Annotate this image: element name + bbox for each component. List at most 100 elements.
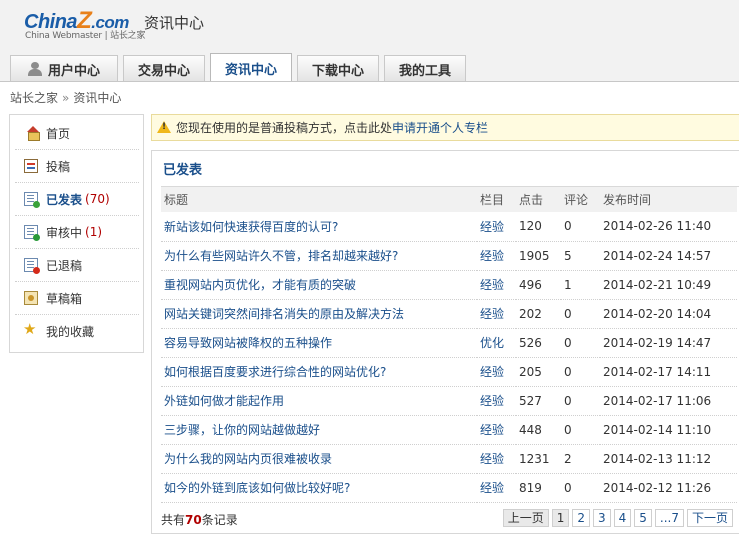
comments-cell: 0 [561, 473, 600, 503]
category-link[interactable]: 经验 [477, 415, 516, 445]
table-row: 三步骤，让你的网站越做越好 经验 448 0 2014-02-14 11:10 [161, 415, 737, 445]
column-header-time: 发布时间 [600, 187, 737, 212]
page-last-button[interactable]: ...7 [654, 509, 684, 527]
main-nav-tabs: 用户中心 交易中心 资讯中心 下载中心 我的工具 [10, 53, 471, 82]
sidebar-item-count: (1) [85, 225, 103, 239]
sidebar-item-rejected[interactable]: 已退稿 [15, 249, 139, 282]
sidebar-item-label: 投稿 [46, 159, 71, 174]
published-doc-icon [24, 192, 40, 208]
warning-icon [157, 121, 171, 134]
comments-cell: 0 [561, 299, 600, 329]
prev-page-button[interactable]: 上一页 [502, 509, 549, 527]
table-row: 新站该如何快速获得百度的认可? 经验 120 0 2014-02-26 11:4… [161, 212, 737, 242]
sidebar-item-label: 草稿箱 [46, 291, 83, 306]
column-header-clicks: 点击 [516, 187, 561, 212]
breadcrumb-home[interactable]: 站长之家 [10, 91, 58, 105]
record-count-prefix: 共有 [161, 513, 186, 527]
article-title-link[interactable]: 容易导致网站被降权的五种操作 [161, 328, 477, 358]
category-link[interactable]: 经验 [477, 299, 516, 329]
clicks-cell: 120 [516, 212, 561, 242]
notice-bar: 您现在使用的是普通投稿方式，点击此处申请开通个人专栏 [151, 114, 739, 141]
comments-cell: 2 [561, 444, 600, 474]
page-1-button[interactable]: 1 [551, 509, 570, 527]
article-title-link[interactable]: 如今的外链到底该如何做比较好呢? [161, 473, 477, 503]
home-icon [24, 126, 40, 141]
user-icon [27, 62, 42, 76]
category-link[interactable]: 经验 [477, 473, 516, 503]
article-title-link[interactable]: 网站关键词突然间排名消失的原由及解决方法 [161, 299, 477, 329]
category-link[interactable]: 经验 [477, 386, 516, 416]
table-row: 外链如何做才能起作用 经验 527 0 2014-02-17 11:06 [161, 386, 737, 416]
article-title-link[interactable]: 新站该如何快速获得百度的认可? [161, 212, 477, 242]
category-link[interactable]: 优化 [477, 328, 516, 358]
sidebar-item-pending[interactable]: 审核中 (1) [15, 216, 139, 249]
category-link[interactable]: 经验 [477, 270, 516, 300]
articles-table: 标题 栏目 点击 评论 发布时间 新站该如何快速获得百度的认可? 经验 120 … [161, 187, 737, 503]
article-title-link[interactable]: 重视网站内页优化，才能有质的突破 [161, 270, 477, 300]
clicks-cell: 202 [516, 299, 561, 329]
article-title-link[interactable]: 为什么有些网站许久不管，排名却越来越好? [161, 241, 477, 271]
table-row: 为什么我的网站内页很难被收录 经验 1231 2 2014-02-13 11:1… [161, 444, 737, 474]
next-page-button[interactable]: 下一页 [686, 509, 733, 527]
table-row: 容易导致网站被降权的五种操作 优化 526 0 2014-02-19 14:47 [161, 328, 737, 358]
page-2-button[interactable]: 2 [572, 509, 590, 527]
clicks-cell: 819 [516, 473, 561, 503]
column-header-comments: 评论 [561, 187, 600, 212]
sidebar-item-submit[interactable]: 投稿 [15, 150, 139, 183]
tab-label: 用户中心 [47, 63, 100, 79]
breadcrumb-current[interactable]: 资讯中心 [73, 91, 121, 105]
publish-time-cell: 2014-02-24 14:57 [600, 241, 737, 271]
category-link[interactable]: 经验 [477, 357, 516, 387]
clicks-cell: 448 [516, 415, 561, 445]
table-row: 重视网站内页优化，才能有质的突破 经验 496 1 2014-02-21 10:… [161, 270, 737, 300]
clicks-cell: 496 [516, 270, 561, 300]
article-title-link[interactable]: 为什么我的网站内页很难被收录 [161, 444, 477, 474]
logo-tagline: China Webmaster | 站长之家 [25, 31, 146, 41]
tab-user-center[interactable]: 用户中心 [10, 55, 118, 82]
sidebar-item-drafts[interactable]: 草稿箱 [15, 282, 139, 315]
submit-icon [24, 159, 38, 173]
publish-time-cell: 2014-02-21 10:49 [600, 270, 737, 300]
category-link[interactable]: 经验 [477, 241, 516, 271]
sidebar-item-label: 审核中 [46, 225, 83, 240]
table-row: 为什么有些网站许久不管，排名却越来越好? 经验 1905 5 2014-02-2… [161, 241, 737, 271]
category-link[interactable]: 经验 [477, 444, 516, 474]
tab-trade-center[interactable]: 交易中心 [123, 55, 205, 82]
publish-time-cell: 2014-02-20 14:04 [600, 299, 737, 329]
header-divider [0, 81, 739, 82]
column-header-title: 标题 [161, 187, 477, 212]
sidebar-item-home[interactable]: 首页 [15, 117, 139, 150]
tab-download-center[interactable]: 下载中心 [297, 55, 379, 82]
table-row: 网站关键词突然间排名消失的原由及解决方法 经验 202 0 2014-02-20… [161, 299, 737, 329]
record-count: 共有70条记录 [161, 511, 238, 528]
tab-my-tools[interactable]: 我的工具 [384, 55, 466, 82]
publish-time-cell: 2014-02-14 11:10 [600, 415, 737, 445]
publish-time-cell: 2014-02-12 11:26 [600, 473, 737, 503]
comments-cell: 0 [561, 212, 600, 242]
publish-time-cell: 2014-02-17 11:06 [600, 386, 737, 416]
sidebar-item-label: 已退稿 [46, 258, 83, 273]
header: ChinaZ.com China Webmaster | 站长之家 资讯中心 用… [0, 0, 739, 82]
table-row: 如今的外链到底该如何做比较好呢? 经验 819 0 2014-02-12 11:… [161, 473, 737, 503]
tab-label: 资讯中心 [224, 62, 277, 78]
pending-doc-icon [24, 225, 40, 241]
article-title-link[interactable]: 如何根据百度要求进行综合性的网站优化? [161, 357, 477, 387]
sidebar: 首页 投稿 已发表 (70) 审核中 (1) 已退稿 草稿箱 我的收藏 [9, 114, 144, 353]
clicks-cell: 527 [516, 386, 561, 416]
sidebar-item-favorites[interactable]: 我的收藏 [15, 315, 139, 348]
article-title-link[interactable]: 三步骤，让你的网站越做越好 [161, 415, 477, 445]
notice-text: 您现在使用的是普通投稿方式，点击此处 [176, 121, 393, 135]
panel-title: 已发表 [163, 163, 203, 178]
article-title-link[interactable]: 外链如何做才能起作用 [161, 386, 477, 416]
pagination: 上一页 1 2 3 4 5 ...7 下一页 [500, 509, 733, 527]
sidebar-item-published[interactable]: 已发表 (70) [15, 183, 139, 216]
category-link[interactable]: 经验 [477, 212, 516, 242]
table-row: 如何根据百度要求进行综合性的网站优化? 经验 205 0 2014-02-17 … [161, 357, 737, 387]
page-5-button[interactable]: 5 [634, 509, 652, 527]
page-4-button[interactable]: 4 [613, 509, 632, 527]
comments-cell: 0 [561, 415, 600, 445]
apply-column-link[interactable]: 申请开通个人专栏 [392, 119, 488, 136]
chinaz-logo[interactable]: ChinaZ.com China Webmaster | 站长之家 [22, 7, 145, 41]
tab-news-center[interactable]: 资讯中心 [210, 53, 292, 82]
page-3-button[interactable]: 3 [592, 509, 611, 527]
